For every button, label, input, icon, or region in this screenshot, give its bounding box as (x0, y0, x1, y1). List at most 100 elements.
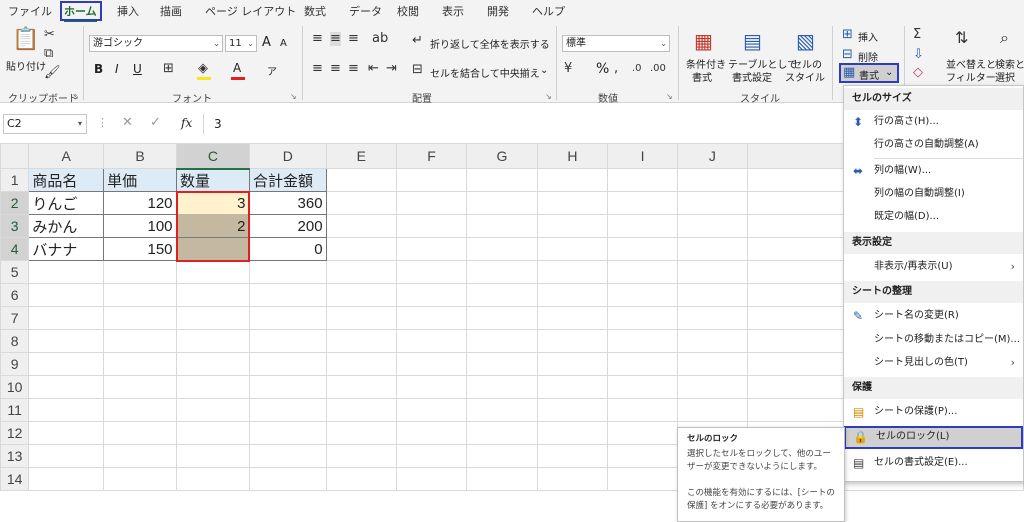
format-cells-button[interactable]: ▦ 書式 ⌄ (839, 63, 899, 83)
cut-icon[interactable]: ✂ (44, 28, 55, 42)
cell[interactable] (176, 306, 250, 330)
cell[interactable] (325, 191, 397, 215)
cell[interactable] (607, 214, 678, 238)
comma-style-icon[interactable]: , (614, 62, 618, 76)
increase-decimal-icon[interactable]: .0 (632, 62, 642, 76)
font-color-icon[interactable]: A (233, 61, 241, 75)
cell[interactable] (536, 214, 609, 238)
column-header-h[interactable]: H (536, 143, 609, 169)
column-header-e[interactable]: E (325, 143, 397, 169)
cell[interactable] (676, 214, 748, 238)
row-header-12[interactable]: 12 (0, 421, 30, 445)
cell[interactable] (466, 306, 538, 330)
decrease-indent-icon[interactable]: ⇤ (368, 62, 379, 76)
cell[interactable] (607, 237, 678, 261)
name-box[interactable]: C2 ▾ (3, 114, 87, 134)
font-size-combo[interactable]: 11 ⌄ (225, 35, 257, 52)
cell[interactable] (103, 283, 178, 307)
underline-button[interactable]: U (133, 62, 142, 76)
cell[interactable] (176, 421, 250, 445)
cell[interactable] (248, 444, 327, 468)
cell[interactable] (176, 398, 250, 422)
tab-view[interactable]: 表示 (442, 3, 464, 20)
cell-b4[interactable]: 150 (103, 237, 178, 261)
cell[interactable] (176, 260, 250, 284)
cell[interactable] (395, 421, 468, 445)
cell[interactable] (607, 168, 678, 192)
cell[interactable] (466, 398, 538, 422)
cell[interactable] (607, 329, 678, 353)
tab-developer[interactable]: 開発 (487, 3, 509, 20)
cell[interactable] (176, 375, 250, 399)
fill-color-icon[interactable]: ◈ (198, 62, 208, 76)
clear-icon[interactable]: ◇ (913, 66, 923, 80)
cell[interactable] (28, 352, 105, 376)
delete-cells-icon[interactable]: ⊟ (842, 48, 853, 62)
cell[interactable] (536, 191, 609, 215)
tab-file[interactable]: ファイル (8, 3, 52, 20)
tab-data[interactable]: データ (349, 3, 382, 20)
cell[interactable] (395, 467, 468, 491)
cell[interactable] (607, 352, 678, 376)
cell-c1[interactable]: 数量 (176, 168, 250, 192)
cell[interactable] (103, 421, 178, 445)
cell[interactable] (395, 283, 468, 307)
menu-item-autofit-column[interactable]: 列の幅の自動調整(I) (844, 183, 1023, 205)
cell[interactable] (103, 375, 178, 399)
cell[interactable] (28, 306, 105, 330)
cell[interactable] (248, 329, 327, 353)
cell-styles-label-2[interactable]: スタイル (785, 69, 825, 84)
column-header-g[interactable]: G (466, 143, 538, 169)
cell[interactable] (395, 306, 468, 330)
cell-a3[interactable]: みかん (28, 214, 105, 238)
cell[interactable] (536, 444, 609, 468)
shrink-font-button[interactable]: A (280, 38, 287, 49)
cell-a4[interactable]: バナナ (28, 237, 105, 261)
cell[interactable] (248, 352, 327, 376)
cell[interactable] (466, 168, 538, 192)
paste-button[interactable]: 貼り付け (6, 58, 46, 73)
cell[interactable] (176, 329, 250, 353)
menu-item-tab-color[interactable]: シート見出しの色(T) › (844, 352, 1023, 374)
tab-formulas[interactable]: 数式 (304, 3, 326, 20)
cell[interactable] (28, 421, 105, 445)
cell[interactable] (395, 398, 468, 422)
cell[interactable] (325, 421, 397, 445)
cell-a1[interactable]: 商品名 (28, 168, 105, 192)
cell[interactable] (607, 467, 678, 491)
cell[interactable] (676, 329, 748, 353)
cell[interactable] (466, 444, 538, 468)
cell[interactable] (103, 398, 178, 422)
cell[interactable] (536, 168, 609, 192)
dialog-launcher-icon[interactable]: ↘ (290, 92, 297, 101)
currency-icon[interactable]: ¥ (564, 62, 572, 76)
cell-d3[interactable]: 200 (248, 214, 327, 238)
cell[interactable] (176, 444, 250, 468)
cell[interactable] (536, 421, 609, 445)
cell[interactable] (325, 237, 397, 261)
cell[interactable] (248, 467, 327, 491)
cell[interactable] (248, 283, 327, 307)
row-header-10[interactable]: 10 (0, 375, 30, 399)
insert-cells-icon[interactable]: ⊞ (842, 28, 853, 42)
cell-c3-selected[interactable]: 2 (175, 214, 251, 238)
copy-icon[interactable]: ⧉ (44, 47, 53, 61)
cell[interactable] (466, 375, 538, 399)
menu-item-row-height[interactable]: ⬍ 行の高さ(H)... (844, 111, 1023, 133)
tab-insert[interactable]: 挿入 (117, 3, 139, 20)
menu-item-hide-unhide[interactable]: 非表示/再表示(U) › (844, 256, 1023, 278)
row-header-7[interactable]: 7 (0, 306, 30, 330)
menu-item-column-width[interactable]: ⬌ 列の幅(W)... (844, 160, 1023, 182)
column-header-i[interactable]: I (607, 143, 678, 169)
cell-c2-active[interactable]: 3 (175, 190, 251, 215)
cell-d1[interactable]: 合計金額 (248, 168, 327, 192)
insert-function-button[interactable]: fx (181, 116, 192, 130)
cell[interactable] (28, 283, 105, 307)
chevron-down-icon[interactable]: ⌄ (540, 65, 548, 76)
row-header-1[interactable]: 1 (0, 168, 30, 192)
cell[interactable] (607, 260, 678, 284)
align-right-icon[interactable]: ≡ (348, 62, 359, 76)
cell[interactable] (176, 283, 250, 307)
cancel-icon[interactable]: ✕ (122, 115, 133, 130)
cell-d4[interactable]: 0 (248, 237, 327, 261)
